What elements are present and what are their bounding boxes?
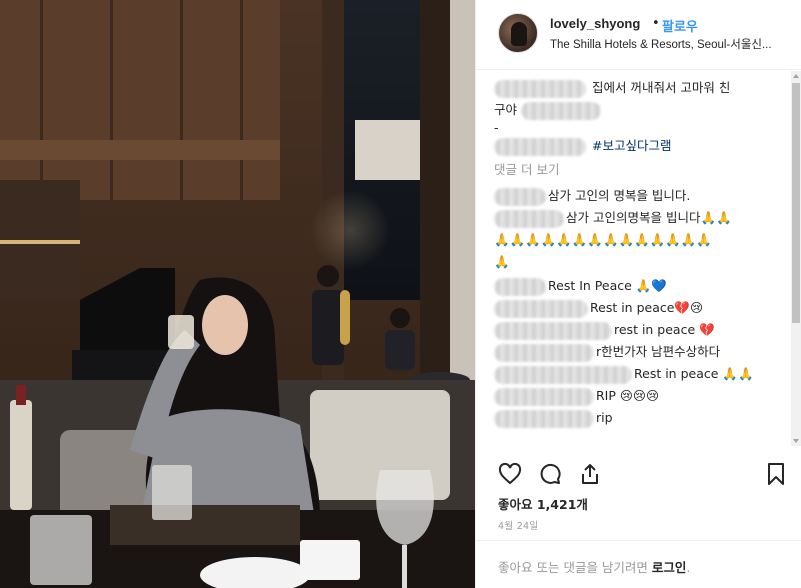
hashtag-link[interactable]: #보고싶다그램 [592, 138, 671, 153]
comment: r한번가자 남편수상하다 [494, 341, 792, 363]
redacted-username [494, 79, 586, 98]
comments-list[interactable]: 집에서 꺼내줘서 고마워 친 구야 - #보고싶다그램 댓글 더 보기 삼가 고… [476, 71, 792, 446]
comment: rip [494, 407, 792, 429]
login-link[interactable]: 로그인 [652, 560, 687, 575]
post-header: lovely_shyong • 팔로우 The Shilla Hotels & … [476, 0, 801, 70]
photo-scene [0, 0, 475, 588]
follow-button[interactable]: 팔로우 [662, 16, 698, 35]
likes-count[interactable]: 좋아요 1,421개 [498, 494, 588, 513]
location-link[interactable]: The Shilla Hotels & Resorts, Seoul-서울신..… [550, 36, 798, 52]
share-icon[interactable] [578, 462, 602, 492]
comment: Rest In Peace 🙏💙 [494, 275, 792, 297]
redacted-username [494, 321, 612, 340]
post-date[interactable]: 4월 24일 [498, 518, 538, 532]
redacted-username [494, 187, 546, 206]
redacted-username [494, 365, 632, 384]
comment: 삼가 고인의 명복을 빕니다. [494, 185, 792, 207]
caption-hashtag-line: #보고싶다그램 [494, 135, 792, 157]
comment: Rest in peace 🙏🙏 [494, 363, 792, 385]
login-footer: 좋아요 또는 댓글을 남기려면 로그인. [476, 540, 801, 588]
comment: Rest in peace💔😢 [494, 297, 792, 319]
post-actions [476, 456, 801, 494]
redacted-username [494, 299, 588, 318]
scroll-down-arrow-icon[interactable] [793, 439, 799, 443]
instagram-post: lovely_shyong • 팔로우 The Shilla Hotels & … [0, 0, 801, 588]
comment: 삼가 고인의명복을 빕니다🙏🙏 [494, 207, 792, 229]
comment-continued: 🙏 [494, 254, 510, 269]
comment-icon[interactable] [538, 462, 562, 492]
redacted-username [494, 409, 594, 428]
comment: RIP 😢😢😢 [494, 385, 792, 407]
comments-scrollbar[interactable] [791, 71, 801, 446]
redacted-username [494, 387, 594, 406]
scroll-thumb[interactable] [792, 83, 800, 323]
login-prompt: 좋아요 또는 댓글을 남기려면 로그인. [498, 560, 691, 575]
scroll-up-arrow-icon[interactable] [793, 74, 799, 78]
heart-icon[interactable] [498, 462, 522, 492]
redacted-username [494, 277, 546, 296]
post-photo[interactable] [0, 0, 475, 588]
redacted-username [494, 343, 594, 362]
caption-line-3: - [494, 120, 499, 135]
post-details: lovely_shyong • 팔로우 The Shilla Hotels & … [475, 0, 801, 588]
caption-line-2: 구야 [494, 99, 792, 121]
avatar[interactable] [498, 13, 538, 53]
redacted-mention [494, 137, 586, 156]
comment-continued: 🙏🙏🙏🙏🙏🙏🙏🙏🙏🙏🙏🙏🙏🙏 [494, 232, 712, 247]
redacted-username [494, 209, 564, 228]
bookmark-icon[interactable] [764, 462, 788, 492]
redacted-mention [521, 101, 601, 120]
comment: rest in peace 💔 [494, 319, 792, 341]
username-link[interactable]: lovely_shyong [550, 16, 640, 31]
view-more-comments[interactable]: 댓글 더 보기 [494, 159, 792, 181]
caption-line-1: 집에서 꺼내줘서 고마워 친 [494, 77, 792, 99]
separator-dot: • [652, 16, 660, 31]
